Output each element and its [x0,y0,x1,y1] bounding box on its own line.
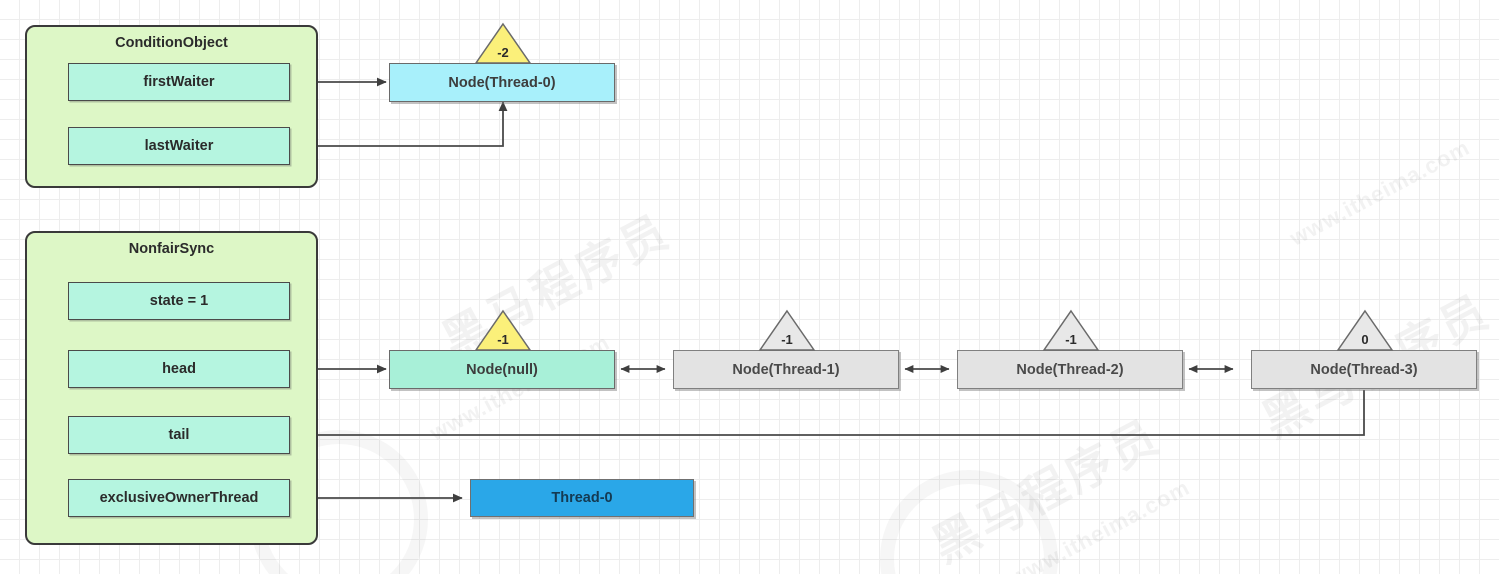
watermark-url-2: www.itheima.com [1005,474,1194,574]
badge-node-thread-3-value: 0 [1361,332,1369,347]
node-thread-2-label: Node(Thread-2) [1016,361,1124,378]
field-tail-label: tail [168,427,190,443]
nonfair-sync-title: NonfairSync [128,241,215,257]
field-first-waiter[interactable]: firstWaiter [68,63,290,101]
node-null-label: Node(null) [466,361,538,378]
field-head[interactable]: head [68,350,290,388]
node-thread-2[interactable]: Node(Thread-2) [957,350,1183,389]
field-tail[interactable]: tail [68,416,290,454]
watermark-cn-1: 黑马程序员 [433,204,679,368]
node-thread-3[interactable]: Node(Thread-3) [1251,350,1477,389]
badge-node-thread-1-value: -1 [781,332,793,347]
field-first-waiter-label: firstWaiter [143,74,215,90]
field-last-waiter-label: lastWaiter [144,138,214,154]
badge-node-thread-0-value: -2 [497,45,509,60]
watermark-ring-2 [880,470,1058,574]
node-thread-1-label: Node(Thread-1) [732,361,840,378]
node-thread-0-label: Node(Thread-0) [448,74,556,91]
field-last-waiter[interactable]: lastWaiter [68,127,290,165]
condition-object-title: ConditionObject [115,35,228,51]
edge-node-thread-3-to-tail [297,390,1365,440]
field-state-label: state = 1 [149,293,209,309]
field-state[interactable]: state = 1 [68,282,290,320]
node-thread-3-label: Node(Thread-3) [1310,361,1418,378]
edge-last-waiter-to-node-thread-0 [290,101,508,147]
watermark-cn-2: 黑马程序员 [923,409,1169,573]
badge-node-null-value: -1 [497,332,509,347]
thread-0-box[interactable]: Thread-0 [470,479,694,517]
field-exclusive-owner-thread[interactable]: exclusiveOwnerThread [68,479,290,517]
node-null[interactable]: Node(null) [389,350,615,389]
field-exclusive-owner-thread-label: exclusiveOwnerThread [99,490,259,506]
field-head-label: head [162,361,196,377]
thread-0-box-label: Thread-0 [551,490,613,506]
diagram-canvas: 黑马程序员 www.itheima.com 黑马程序员 www.itheima.… [0,0,1499,574]
badge-node-thread-2-value: -1 [1065,332,1077,347]
node-thread-0[interactable]: Node(Thread-0) [389,63,615,102]
watermark-url-3: www.itheima.com [1285,134,1474,251]
node-thread-1[interactable]: Node(Thread-1) [673,350,899,389]
